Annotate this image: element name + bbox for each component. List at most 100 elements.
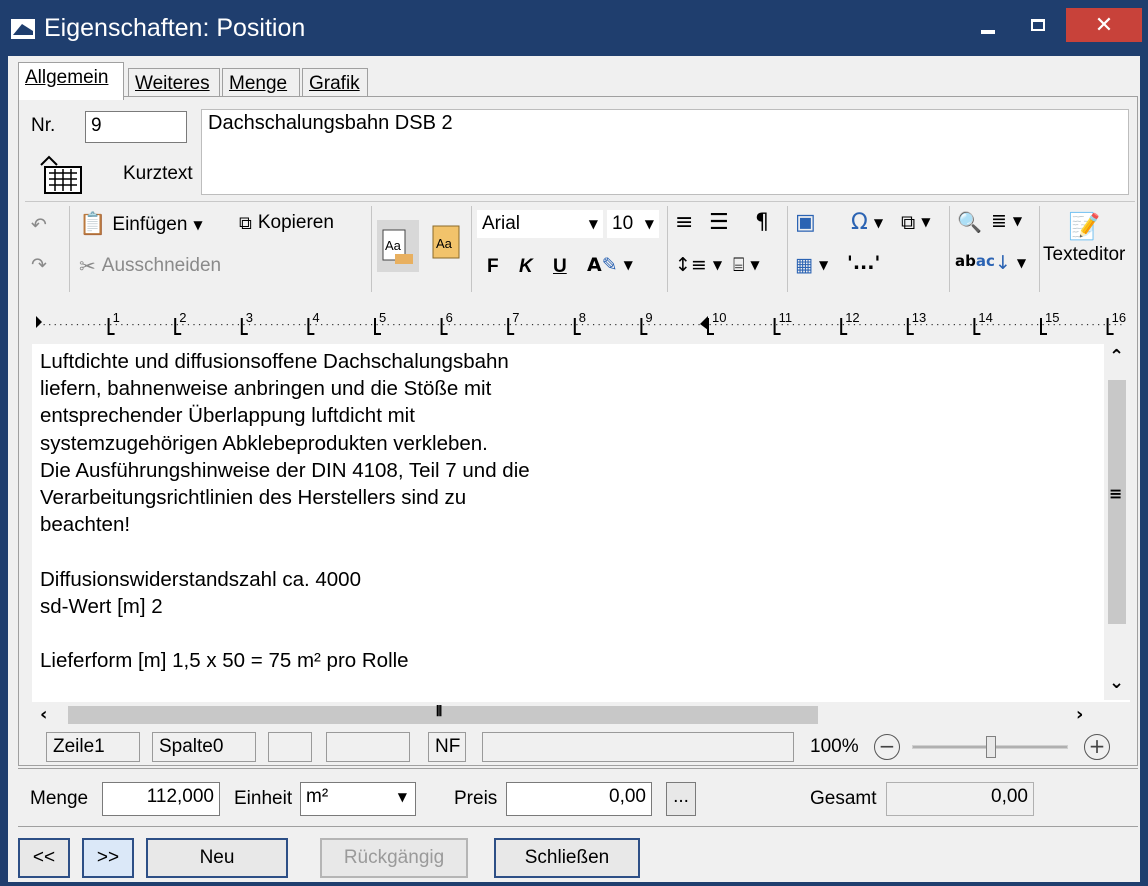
ruler-dot <box>176 324 178 326</box>
sort-button[interactable]: ↓ ▼ <box>995 252 1026 274</box>
langtext-editor[interactable]: Luftdichte und diffusionsoffene Dachscha… <box>32 344 1130 728</box>
zoom-in-button[interactable]: + <box>1084 734 1110 760</box>
grip-icon: ⦀ <box>436 704 443 720</box>
ruler-dot <box>898 324 900 326</box>
title-bar[interactable]: Eigenschaften: Position ✕ <box>0 0 1148 56</box>
spellcheck-button[interactable]: abac <box>955 252 995 270</box>
insert-button[interactable]: 📋 Einfügen ▼ <box>79 212 203 237</box>
preis-ellipsis-button[interactable]: ... <box>666 782 696 816</box>
minimize-button[interactable] <box>966 8 1010 42</box>
ruler-dot <box>970 324 972 326</box>
font-color-button[interactable]: A✎ ▼ <box>587 254 633 276</box>
ruler-dot <box>1070 324 1072 326</box>
zoom-slider-handle[interactable] <box>986 736 996 758</box>
ruler-dot <box>759 324 761 326</box>
scroll-right-icon[interactable]: › <box>1076 704 1083 725</box>
next-button[interactable]: >> <box>82 838 134 878</box>
ruler-dot <box>654 324 656 326</box>
ruler-dot <box>1020 324 1022 326</box>
ruler-dot <box>576 324 578 326</box>
insert-image-button[interactable]: ▣ <box>795 210 816 235</box>
italic-button[interactable]: K <box>519 256 533 278</box>
ruler-number: 12 <box>845 310 859 325</box>
new-button[interactable]: Neu <box>146 838 288 878</box>
align-left-icon: ≡ <box>675 210 694 235</box>
search-button[interactable]: 🔍 <box>957 210 982 234</box>
copy-button[interactable]: ⧉ Kopieren <box>239 212 334 234</box>
copy-label: Kopieren <box>257 212 334 233</box>
format-template-icon[interactable]: Aa <box>377 220 419 272</box>
undo-button[interactable]: Rückgängig <box>320 838 468 878</box>
einheit-select[interactable]: m² ▼ <box>300 782 416 816</box>
format-style-icon[interactable]: Aa <box>429 224 463 264</box>
ruler-dot <box>193 324 195 326</box>
menge-field[interactable]: 112,000 <box>102 782 220 816</box>
font-color-icon: A✎ <box>587 254 618 276</box>
close-button[interactable]: ✕ <box>1066 8 1142 42</box>
tab-allgemein[interactable]: Allgemein <box>18 62 124 100</box>
left-indent-marker[interactable] <box>36 316 42 328</box>
chevron-down-icon: ▼ <box>623 258 633 272</box>
font-family-select[interactable]: Arial ▼ <box>477 210 603 238</box>
ruler-dot <box>593 324 595 326</box>
nr-field[interactable]: 9 <box>85 111 187 143</box>
page-break-button[interactable]: ⌸ ▼ <box>733 254 760 276</box>
redo-arrow-button[interactable]: ↷ <box>31 254 47 276</box>
ruler-dot <box>243 324 245 326</box>
ruler-dot <box>570 324 572 326</box>
underline-button[interactable]: U <box>553 256 567 278</box>
vertical-scrollbar[interactable]: ⌃ ≡ ⌄ <box>1104 344 1130 700</box>
ruler-dot <box>964 324 967 326</box>
langtext-content[interactable]: Luftdichte und diffusionsoffene Dachscha… <box>40 348 1080 674</box>
undo-arrow-button[interactable]: ↶ <box>31 214 47 236</box>
scroll-down-icon[interactable]: ⌄ <box>1109 672 1124 693</box>
line-spacing-button[interactable]: ↕≡ ▼ <box>675 254 722 276</box>
maximize-button[interactable] <box>1016 8 1060 42</box>
ruler-dot <box>1103 324 1105 326</box>
right-indent-marker[interactable] <box>700 316 708 330</box>
ruler-dot <box>1003 324 1005 326</box>
insert-table-button[interactable]: ▦ ▼ <box>795 254 828 276</box>
chevron-down-icon: ▼ <box>588 217 598 231</box>
insert-field-button[interactable]: ⧉ ▼ <box>901 210 931 234</box>
chevron-down-icon: ▼ <box>818 258 829 272</box>
cut-button[interactable]: ✂ Ausschneiden <box>79 254 221 278</box>
scroll-left-icon[interactable]: ‹ <box>40 704 47 725</box>
kurztext-label: Kurztext <box>123 163 193 184</box>
zoom-out-button[interactable]: − <box>874 734 900 760</box>
list-button[interactable]: ≣ ▼ <box>991 210 1022 232</box>
bold-button[interactable]: F <box>487 256 499 278</box>
clipboard-icon: 📋 <box>79 212 107 237</box>
kurztext-field[interactable]: Dachschalungsbahn DSB 2 <box>201 109 1129 195</box>
grip-icon: ≡ <box>1109 484 1123 503</box>
ruler-dot <box>831 324 833 326</box>
ruler-dot <box>337 324 339 326</box>
ruler-dot <box>998 324 1000 326</box>
scroll-up-icon[interactable]: ⌃ <box>1109 346 1124 367</box>
ruler-dot <box>343 324 345 326</box>
close-dialog-button[interactable]: Schließen <box>494 838 640 878</box>
image-icon: ▣ <box>795 210 816 235</box>
quotes-icon: '...' <box>847 252 881 274</box>
ruler-number: 13 <box>912 310 926 325</box>
quotes-button[interactable]: '...' <box>847 252 880 274</box>
horizontal-scrollbar[interactable]: ‹ ⦀ › <box>32 702 1130 728</box>
font-size-select[interactable]: 10 ▼ <box>607 210 659 238</box>
align-left-button[interactable]: ≡ <box>675 210 693 235</box>
ruler[interactable]: 1 2 3 4 5 6 7 8 9 10 11 12 13 14 15 16 <box>32 302 1128 342</box>
ruler-dot <box>398 324 400 326</box>
pilcrow-button[interactable]: ¶ <box>755 210 769 235</box>
ruler-number: 2 <box>179 310 186 325</box>
ruler-dot <box>665 324 667 326</box>
ruler-number: 3 <box>246 310 253 325</box>
preis-field[interactable]: 0,00 <box>506 782 652 816</box>
einheit-label: Einheit <box>234 788 293 809</box>
insert-symbol-button[interactable]: Ω ▼ <box>851 210 883 235</box>
texteditor-button[interactable]: 📝 Texteditor <box>1043 212 1125 266</box>
ruler-dot <box>65 324 67 326</box>
previous-button[interactable]: << <box>18 838 70 878</box>
ruler-dot <box>149 324 151 326</box>
align-justify-button[interactable]: ☰ <box>709 210 729 235</box>
ruler-dot <box>326 324 328 326</box>
horizontal-scroll-thumb[interactable] <box>68 706 818 724</box>
